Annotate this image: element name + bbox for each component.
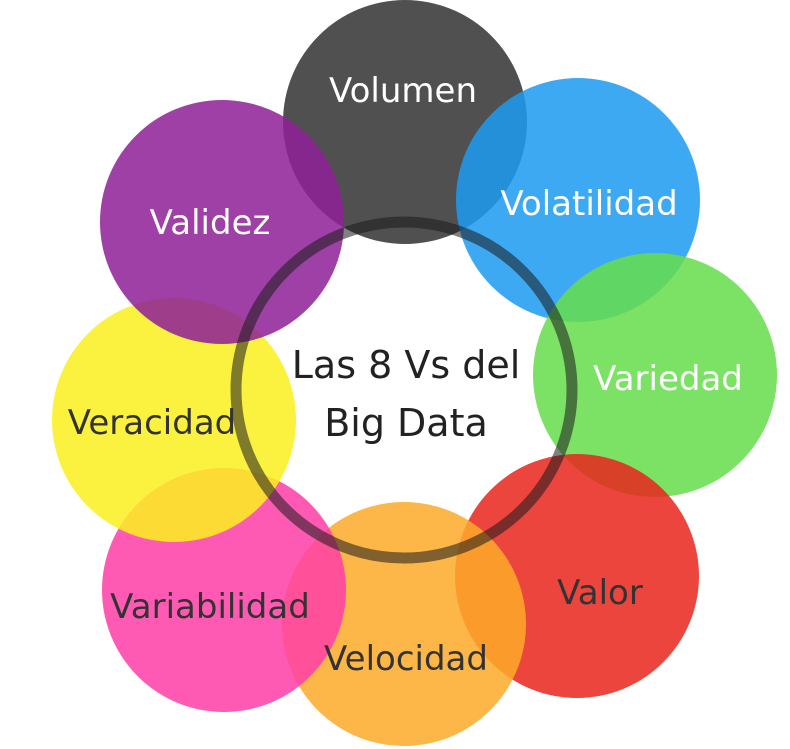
petal-label-variabilidad: Variabilidad xyxy=(110,587,310,627)
center-title-line-2: Big Data xyxy=(324,401,488,445)
petal-label-volatilidad: Volatilidad xyxy=(500,184,677,224)
petal-label-volumen: Volumen xyxy=(329,71,477,111)
center-disc xyxy=(246,232,562,548)
big-data-8vs-diagram: Volumen Volatilidad Variedad Valor Veloc… xyxy=(52,0,777,746)
petal-label-variedad: Variedad xyxy=(593,359,743,399)
petal-label-validez: Validez xyxy=(150,203,271,243)
petal-label-veracidad: Veracidad xyxy=(68,403,237,443)
petal-label-valor: Valor xyxy=(557,573,643,613)
petal-label-velocidad: Velocidad xyxy=(324,639,488,679)
center-title-line-1: Las 8 Vs del xyxy=(292,343,521,387)
